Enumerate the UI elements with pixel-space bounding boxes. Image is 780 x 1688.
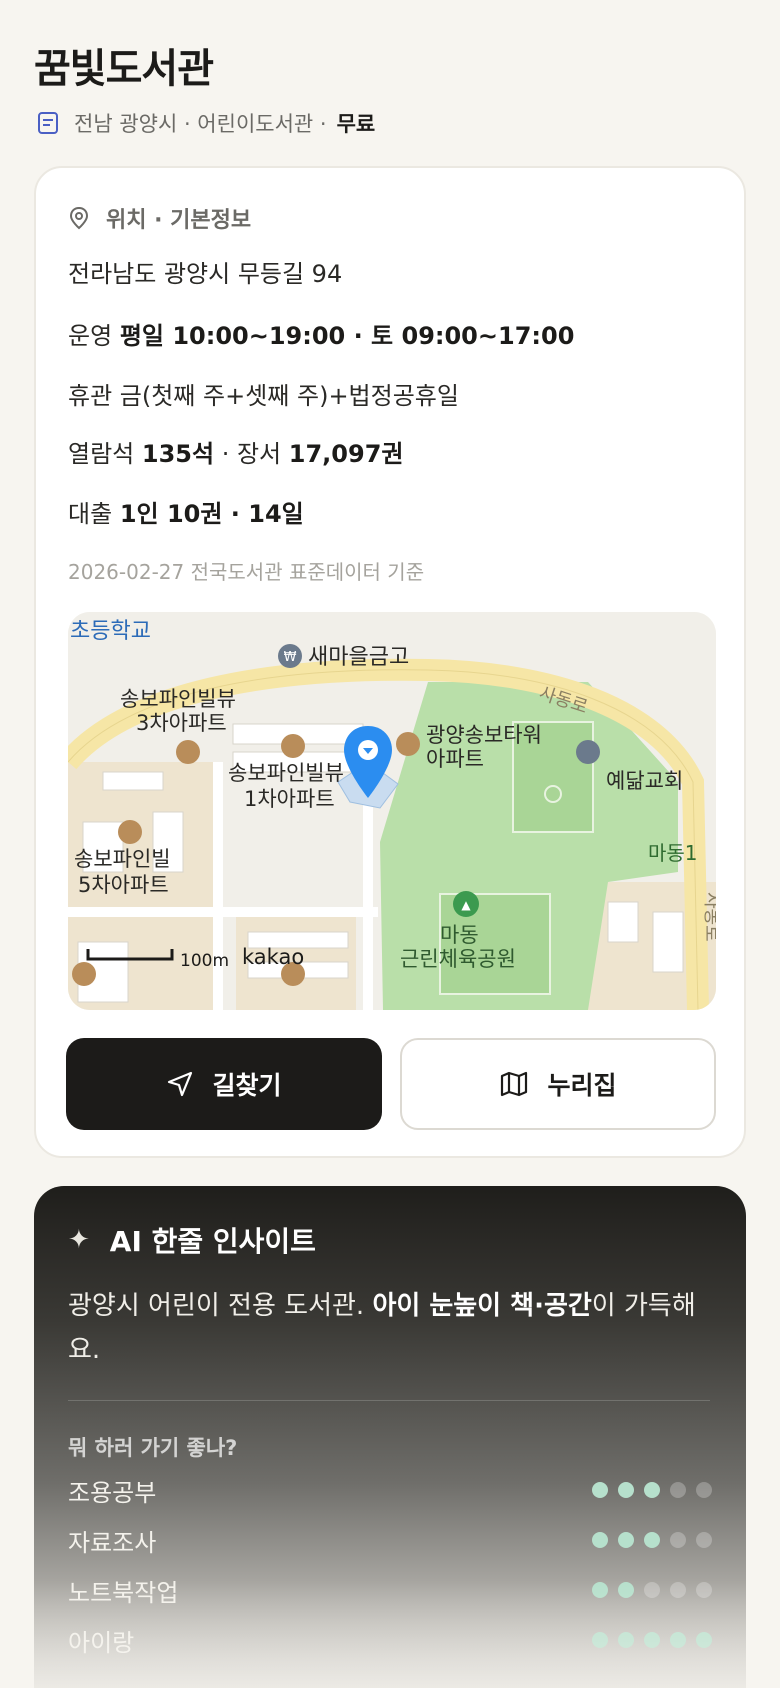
rating-dot-filled: [592, 1632, 608, 1648]
document-icon: [38, 112, 58, 134]
rating-dot-empty: [670, 1532, 686, 1548]
section-header: 위치 · 기본정보: [68, 202, 251, 234]
map-scale-label: 100m: [180, 951, 229, 971]
ai-insight-text: 광양시 어린이 전용 도서관. 아이 눈높이 책·공간이 가득해요.: [68, 1284, 708, 1372]
rating-row: 노트북작업: [68, 1572, 712, 1608]
meta-text: 전남 광양시 · 어린이도서관 ·: [74, 112, 327, 136]
map-label-apt5-l1: 송보파인빌: [74, 847, 171, 871]
rating-dot-empty: [644, 1582, 660, 1598]
closed-days: 휴관 금(첫째 주+셋째 주)+법정공휴일: [68, 382, 459, 410]
svg-text:▲: ▲: [461, 898, 471, 912]
rating-name: 아이랑: [68, 1628, 135, 1657]
rating-dot-filled: [618, 1582, 634, 1598]
navigation-arrow-icon: [168, 1071, 193, 1097]
section-title: 위치 · 기본정보: [106, 208, 252, 233]
rating-dot-filled: [644, 1532, 660, 1548]
map-label-apt1-l1: 송보파인빌뷰: [228, 761, 344, 785]
info-card: 위치 · 기본정보 전라남도 광양시 무등길 94 운영 평일 10:00~19…: [34, 166, 746, 1158]
rating-row: 자료조사: [68, 1522, 712, 1558]
website-button[interactable]: 누리집: [400, 1038, 716, 1130]
rating-dot-empty: [696, 1482, 712, 1498]
rating-dot-filled: [670, 1632, 686, 1648]
books-label: · 장서: [221, 440, 282, 468]
data-source: 2026-02-27 전국도서관 표준데이터 기준: [68, 560, 425, 584]
rating-dot-empty: [696, 1582, 712, 1598]
rating-dot-filled: [618, 1532, 634, 1548]
rating-dot-filled: [696, 1632, 712, 1648]
map-label-school: 초등학교: [70, 619, 151, 644]
hours-value: 평일 10:00~19:00 · 토 09:00~17:00: [119, 322, 575, 350]
directions-button[interactable]: 길찾기: [66, 1038, 382, 1130]
map-label-park-l2: 근린체육공원: [400, 947, 516, 971]
ai-insight-card: ✦ AI 한줄 인사이트 광양시 어린이 전용 도서관. 아이 눈높이 책·공간…: [34, 1186, 746, 1688]
divider: [68, 1400, 710, 1401]
rating-dots: [582, 1532, 712, 1548]
seats-value: 135석: [141, 440, 215, 468]
location-pin-icon: [69, 206, 89, 230]
map-label-apt3-l2: 3차아파트: [136, 711, 227, 735]
page-title: 꿈빛도서관: [34, 46, 214, 92]
rating-dots: [582, 1582, 712, 1598]
rating-dot-filled: [592, 1532, 608, 1548]
map-label-tower-l2: 아파트: [426, 747, 484, 771]
library-meta: 전남 광양시 · 어린이도서관 · 무료: [36, 108, 375, 138]
capacity-row: 열람석 135석 · 장서 17,097권: [68, 434, 403, 469]
rating-dot-filled: [618, 1632, 634, 1648]
hours-label: 운영: [68, 322, 113, 350]
rating-dot-filled: [644, 1632, 660, 1648]
loan-row: 대출 1인 10권 · 14일: [68, 494, 304, 529]
rating-dots: [582, 1632, 712, 1648]
kakao-logo: kakao: [242, 945, 304, 969]
fee-badge: 무료: [336, 112, 376, 136]
website-label: 누리집: [547, 1071, 617, 1100]
hours-row: 운영 평일 10:00~19:00 · 토 09:00~17:00: [68, 316, 574, 351]
ai-insight-header: ✦ AI 한줄 인사이트: [68, 1220, 316, 1260]
rating-dot-empty: [696, 1532, 712, 1548]
rating-dot-empty: [670, 1582, 686, 1598]
map-label-madong: 마동1: [648, 841, 698, 865]
books-value: 17,097권: [288, 440, 404, 468]
rating-name: 조용공부: [68, 1478, 157, 1507]
map-view[interactable]: ₩ ▲ 초등학교 새마을금고 사동로 송보파인빌뷰 3차아파트 광양송보타워 아…: [68, 612, 716, 1010]
ai-text-highlight: 아이 눈높이 책·공간: [372, 1291, 592, 1321]
rating-dot-filled: [592, 1582, 608, 1598]
map-label-church: 예닮교회: [606, 769, 683, 793]
map-label-park-l1: 마동: [440, 923, 479, 947]
map-label-bank: 새마을금고: [308, 645, 409, 670]
map-label-apt3-l1: 송보파인빌뷰: [120, 687, 236, 711]
ai-text-a: 광양시 어린이 전용 도서관.: [68, 1291, 373, 1321]
loan-label: 대출: [68, 500, 113, 528]
address: 전라남도 광양시 무등길 94: [68, 260, 343, 288]
map-label-apt5-l2: 5차아파트: [78, 873, 169, 897]
rating-row: 아이랑: [68, 1622, 712, 1658]
loan-value: 1인 10권 · 14일: [119, 500, 304, 528]
map-icon: [501, 1071, 528, 1097]
ai-insight-title: AI 한줄 인사이트: [109, 1225, 316, 1258]
seats-label: 열람석: [68, 440, 135, 468]
rating-name: 노트북작업: [68, 1578, 179, 1607]
ai-question: 뭐 하러 가기 좋나?: [68, 1436, 238, 1460]
rating-dot-filled: [592, 1482, 608, 1498]
map-canvas[interactable]: ₩ ▲ 초등학교 새마을금고 사동로 송보파인빌뷰 3차아파트 광양송보타워 아…: [68, 612, 716, 1010]
sparkle-icon: ✦: [68, 1225, 90, 1255]
rating-dot-filled: [618, 1482, 634, 1498]
map-label-tower-l1: 광양송보타워: [426, 723, 542, 747]
svg-text:₩: ₩: [284, 650, 297, 665]
map-label-apt1-l2: 1차아파트: [244, 787, 335, 811]
map-label-road-right: 사동로: [701, 892, 716, 942]
rating-row: 조용공부: [68, 1472, 712, 1508]
rating-dots: [582, 1482, 712, 1498]
rating-dot-filled: [644, 1482, 660, 1498]
rating-name: 자료조사: [68, 1528, 157, 1557]
directions-label: 길찾기: [212, 1071, 282, 1100]
rating-dot-empty: [670, 1482, 686, 1498]
